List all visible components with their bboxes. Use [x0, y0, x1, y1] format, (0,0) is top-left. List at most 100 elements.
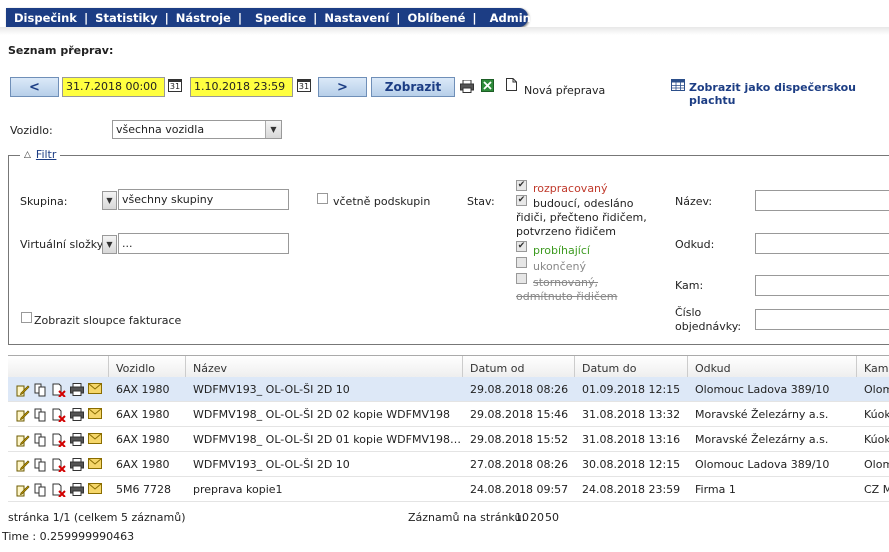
- state-inprogress-label: rozpracovaný: [533, 182, 608, 195]
- cell-date-from: 29.08.2018 15:52: [470, 433, 569, 446]
- virtual-folders-input[interactable]: ...: [118, 233, 289, 254]
- mail-icon[interactable]: [88, 483, 102, 497]
- cell-name: WDFMV198_ OL-OL-ŠI 2D 01 kopie WDFMV198 …: [193, 433, 462, 446]
- virtual-dropdown-icon[interactable]: ▼: [102, 235, 117, 254]
- per-page-50[interactable]: 50: [545, 511, 559, 524]
- cell-origin: Moravské Železárny a.s.: [695, 408, 829, 421]
- state-finished-checkbox[interactable]: [516, 257, 527, 268]
- excel-icon[interactable]: [481, 79, 494, 95]
- nav-shadow: [0, 27, 889, 35]
- mail-icon[interactable]: [88, 458, 102, 472]
- table-row[interactable]: 6AX 1980 WDFMV193_ OL-OL-ŠI 2D 10 29.08.20…: [8, 377, 889, 402]
- vehicle-select[interactable]: všechna vozidla ▼: [112, 120, 282, 139]
- destination-input[interactable]: [755, 275, 889, 296]
- mail-icon[interactable]: [88, 433, 102, 447]
- date-from-input[interactable]: 31.7.2018 00:00: [62, 77, 165, 97]
- delete-icon[interactable]: [52, 433, 66, 448]
- subgroups-label: včetně podskupin: [333, 195, 431, 208]
- origin-label: Odkud:: [675, 238, 715, 251]
- delete-icon[interactable]: [52, 483, 66, 498]
- page-title: Seznam přeprav:: [8, 44, 114, 57]
- edit-icon[interactable]: [16, 483, 30, 497]
- origin-input[interactable]: [755, 233, 889, 254]
- nav-admin[interactable]: Admin: [490, 11, 531, 25]
- next-period-button[interactable]: >: [318, 77, 367, 97]
- print-icon[interactable]: [70, 383, 84, 397]
- delete-icon[interactable]: [52, 383, 66, 398]
- edit-icon[interactable]: [16, 458, 30, 472]
- subgroups-checkbox[interactable]: [317, 193, 328, 204]
- row-actions: [16, 408, 102, 423]
- table-view-icon[interactable]: [671, 79, 685, 94]
- group-input[interactable]: všechny skupiny: [118, 189, 289, 210]
- copy-icon[interactable]: [34, 458, 48, 472]
- nav-separator: |: [472, 10, 477, 25]
- edit-icon[interactable]: [16, 383, 30, 397]
- table-body: 6AX 1980 WDFMV193_ OL-OL-ŠI 2D 10 29.08.20…: [8, 377, 889, 502]
- cell-date-from: 24.08.2018 09:57: [470, 483, 569, 496]
- table-row[interactable]: 6AX 1980 WDFMV198_ OL-OL-ŠI 2D 01 kopie W…: [8, 427, 889, 452]
- name-input[interactable]: [755, 190, 889, 211]
- nav-separator: |: [396, 10, 401, 25]
- copy-icon[interactable]: [34, 483, 48, 497]
- table-row[interactable]: 6AX 1980 WDFMV193_ OL-OL-ŠI 2D 10 27.08.20…: [8, 452, 889, 477]
- cell-date-to: 24.08.2018 23:59: [582, 483, 681, 496]
- state-running-label: probíhající: [533, 244, 590, 257]
- print-icon[interactable]: [460, 79, 474, 96]
- state-finished-label: ukončený: [533, 260, 586, 273]
- new-document-icon[interactable]: [506, 78, 517, 94]
- nav-spedice[interactable]: Spedice: [255, 11, 306, 25]
- mail-icon[interactable]: [88, 408, 102, 422]
- cell-date-to: 01.09.2018 12:15: [582, 383, 681, 396]
- nav-nastroje[interactable]: Nástroje: [176, 11, 231, 25]
- nav-oblibene[interactable]: Oblíbené: [407, 11, 465, 25]
- edit-icon[interactable]: [16, 433, 30, 447]
- state-cancelled-label: stornovaný, odmítnuto řidičem: [516, 276, 618, 303]
- date-to-input[interactable]: 1.10.2018 23:59: [190, 77, 293, 97]
- dispatch-board-link[interactable]: Zobrazit jako dispečerskou plachtu: [689, 81, 889, 107]
- cell-origin: Firma 1: [695, 483, 736, 496]
- delete-icon[interactable]: [52, 458, 66, 473]
- cell-date-to: 31.08.2018 13:32: [582, 408, 681, 421]
- print-icon[interactable]: [70, 433, 84, 447]
- new-transport-link[interactable]: Nová přeprava: [524, 84, 605, 97]
- nav-separator: |: [164, 10, 169, 25]
- table-row[interactable]: 5M6 7728 preprava kopie1 24.08.2018 09:57 2…: [8, 477, 889, 502]
- filter-toggle[interactable]: △ Filtr: [20, 148, 61, 161]
- nav-statistiky[interactable]: Statistiky: [95, 11, 157, 25]
- order-number-input[interactable]: [755, 309, 889, 330]
- copy-icon[interactable]: [34, 383, 48, 397]
- order-number-label: Číslo objednávky:: [675, 306, 742, 333]
- group-dropdown-icon[interactable]: ▼: [102, 191, 117, 210]
- cell-dest: Olom: [864, 458, 889, 471]
- prev-period-button[interactable]: <: [10, 77, 59, 97]
- delete-icon[interactable]: [52, 408, 66, 423]
- calendar-to-icon[interactable]: 31: [297, 79, 311, 92]
- edit-icon[interactable]: [16, 408, 30, 422]
- nav-nastaveni[interactable]: Nastavení: [324, 11, 389, 25]
- table-row[interactable]: 6AX 1980 WDFMV198_ OL-OL-ŠI 2D 02 kopie W…: [8, 402, 889, 427]
- print-icon[interactable]: [70, 483, 84, 497]
- state-running-checkbox[interactable]: ✔: [516, 241, 527, 252]
- vehicle-select-value: všechna vozidla: [116, 123, 205, 136]
- copy-icon[interactable]: [34, 433, 48, 447]
- state-inprogress-checkbox[interactable]: ✔: [516, 180, 527, 191]
- cell-vehicle: 6AX 1980: [116, 408, 170, 421]
- cell-date-from: 29.08.2018 15:46: [470, 408, 569, 421]
- copy-icon[interactable]: [34, 408, 48, 422]
- print-icon[interactable]: [70, 408, 84, 422]
- cell-dest: Kúok: [864, 408, 889, 421]
- per-page-10[interactable]: 10: [515, 511, 529, 524]
- print-icon[interactable]: [70, 458, 84, 472]
- cell-name: WDFMV193_ OL-OL-ŠI 2D 10: [193, 458, 350, 471]
- calendar-from-icon[interactable]: 31: [168, 79, 182, 92]
- per-page-20[interactable]: 20: [530, 511, 544, 524]
- billing-checkbox[interactable]: [21, 312, 32, 323]
- nav-dispecink[interactable]: Dispečink: [14, 11, 77, 25]
- show-button[interactable]: Zobrazit: [371, 77, 455, 97]
- mail-icon[interactable]: [88, 383, 102, 397]
- cell-origin: Olomouc Ladova 389/10: [695, 383, 830, 396]
- cell-vehicle: 6AX 1980: [116, 458, 170, 471]
- per-page-label: Záznamů na stránku:: [408, 511, 526, 524]
- nav-separator: |: [83, 10, 89, 25]
